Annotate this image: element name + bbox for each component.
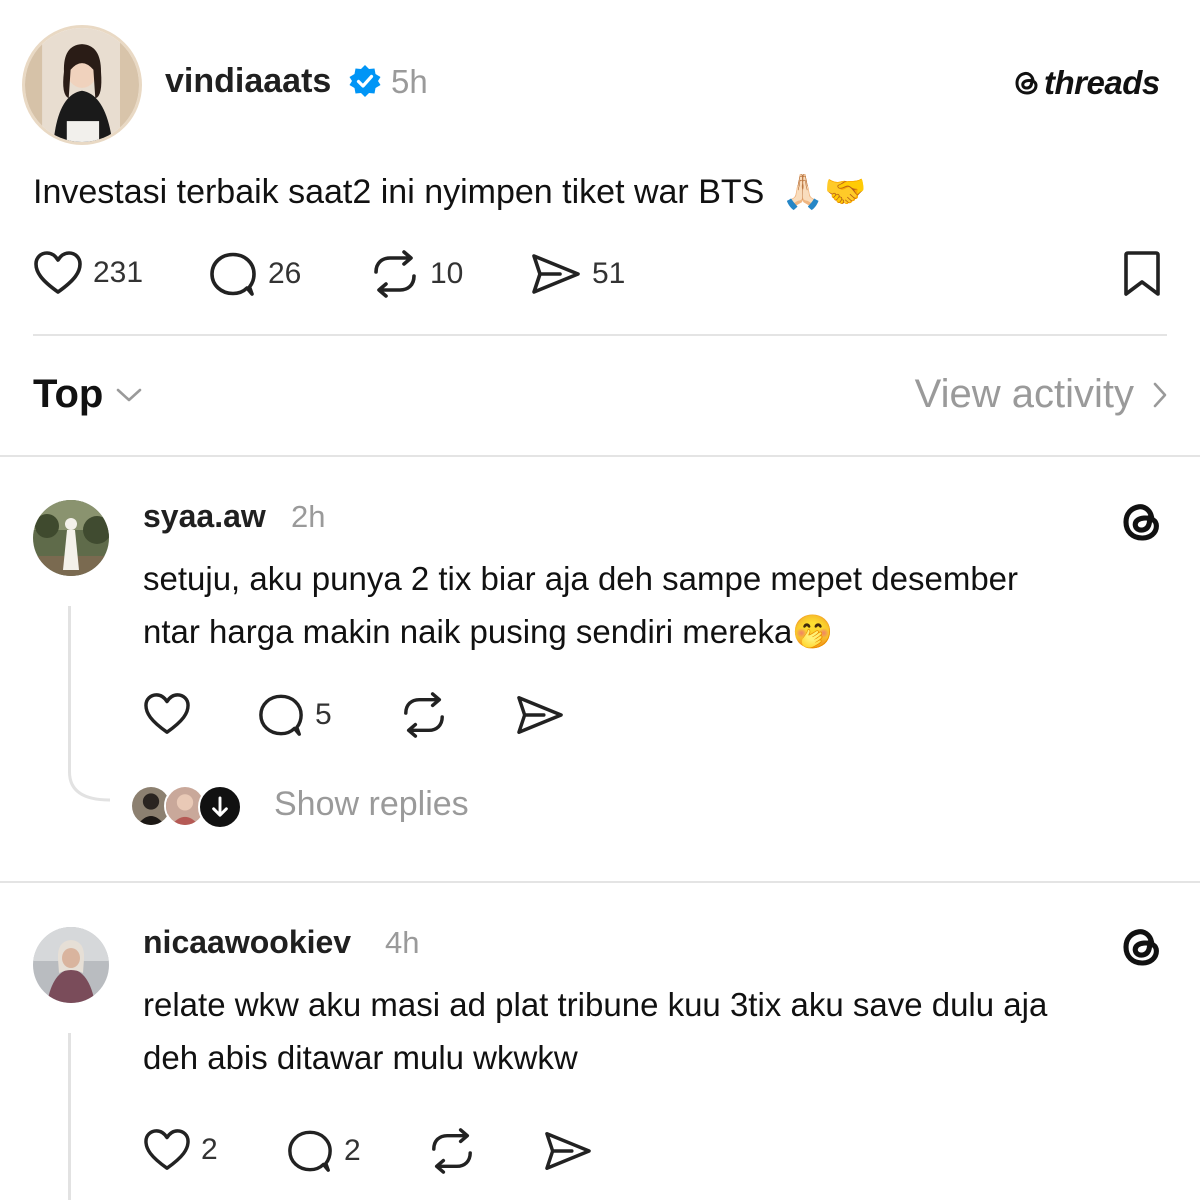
like-button[interactable] xyxy=(143,692,191,736)
repost-count: 10 xyxy=(430,257,464,290)
thread-line xyxy=(68,606,71,766)
sort-dropdown[interactable]: Top xyxy=(33,372,143,417)
comment-text: setuju, aku punya 2 tix biar aja deh sam… xyxy=(143,552,1018,658)
comment-text-emoji: 🤭 xyxy=(792,612,834,651)
comment-icon xyxy=(259,694,303,736)
share-icon xyxy=(545,1132,591,1170)
threads-logo-icon xyxy=(1015,71,1038,95)
threads-wordmark: threads xyxy=(1044,64,1160,101)
reply-button[interactable]: 2 xyxy=(286,1128,361,1174)
reply-count: 5 xyxy=(315,698,332,731)
thread-line xyxy=(68,1033,71,1200)
post-author-avatar[interactable] xyxy=(22,25,142,145)
post-divider xyxy=(33,334,1167,336)
verified-badge-icon xyxy=(348,64,382,103)
comment-text-line: deh abis ditawar mulu wkwkw xyxy=(143,1039,578,1076)
share-icon xyxy=(532,254,580,294)
share-button[interactable]: 51 xyxy=(530,250,625,298)
like-button[interactable]: 2 xyxy=(143,1128,218,1172)
comment-time: 4h xyxy=(385,925,420,960)
bookmark-icon xyxy=(1124,251,1160,296)
post-time: 5h xyxy=(391,63,428,100)
threads-logo-icon xyxy=(1118,923,1166,976)
threads-logo-icon xyxy=(1118,498,1166,551)
repost-button[interactable]: 10 xyxy=(370,250,463,298)
repost-icon xyxy=(432,1128,472,1174)
comment-icon xyxy=(210,252,256,296)
comment-avatar[interactable] xyxy=(33,500,109,576)
reply-count: 26 xyxy=(268,257,302,290)
comment-username[interactable]: nicaawookiev xyxy=(143,924,351,961)
share-icon xyxy=(517,696,563,734)
heart-icon xyxy=(144,1129,190,1170)
comment-text-line: ntar harga makin naik pusing sendiri mer… xyxy=(143,605,1018,658)
reply-count: 2 xyxy=(344,1134,361,1167)
comment-username[interactable]: syaa.aw xyxy=(143,498,266,535)
comment-text-line-body: ntar harga makin naik pusing sendiri mer… xyxy=(143,613,793,650)
comment-avatar[interactable] xyxy=(33,927,109,1003)
reply-button[interactable]: 5 xyxy=(257,692,332,738)
repost-button[interactable] xyxy=(428,1128,476,1174)
reply-button[interactable]: 26 xyxy=(208,250,301,298)
bookmark-button[interactable] xyxy=(1120,250,1164,298)
show-replies-avatars[interactable] xyxy=(130,785,250,829)
post-text-body: Investasi terbaik saat2 ini nyimpen tike… xyxy=(33,173,765,211)
heart-icon xyxy=(34,251,82,294)
arrow-down-icon xyxy=(198,785,242,829)
share-count: 51 xyxy=(592,257,626,290)
post-text-emoji: 🙏🏻🤝 xyxy=(781,172,867,212)
sort-label: Top xyxy=(33,372,104,416)
comment-text-line: setuju, aku punya 2 tix biar aja deh sam… xyxy=(143,560,1019,597)
share-button[interactable] xyxy=(515,692,565,738)
comment-icon xyxy=(288,1130,332,1172)
heart-icon xyxy=(144,693,190,734)
share-button[interactable] xyxy=(543,1128,593,1174)
comment-text-line: relate wkw aku masi ad plat tribune kuu … xyxy=(143,986,1048,1023)
comment-time: 2h xyxy=(291,499,326,534)
section-divider xyxy=(0,455,1200,457)
thread-line-curve xyxy=(68,760,111,802)
like-count: 2 xyxy=(201,1133,218,1166)
view-activity-link[interactable]: View activity xyxy=(915,372,1168,417)
repost-icon xyxy=(374,250,416,298)
show-replies-link[interactable]: Show replies xyxy=(274,785,469,824)
repost-button[interactable] xyxy=(400,692,448,738)
like-count: 231 xyxy=(93,256,144,289)
post-text: Investasi terbaik saat2 ini nyimpen tike… xyxy=(33,172,866,212)
chevron-right-icon xyxy=(1153,382,1167,407)
repost-icon xyxy=(404,692,444,738)
post-username[interactable]: vindiaaats xyxy=(165,62,331,101)
comment-text: relate wkw aku masi ad plat tribune kuu … xyxy=(143,978,1047,1084)
comment-divider xyxy=(0,881,1200,883)
threads-brand-logo: threads xyxy=(1012,64,1160,102)
chevron-down-icon xyxy=(117,388,142,401)
like-button[interactable]: 231 xyxy=(33,250,143,296)
view-activity-label: View activity xyxy=(914,372,1134,416)
